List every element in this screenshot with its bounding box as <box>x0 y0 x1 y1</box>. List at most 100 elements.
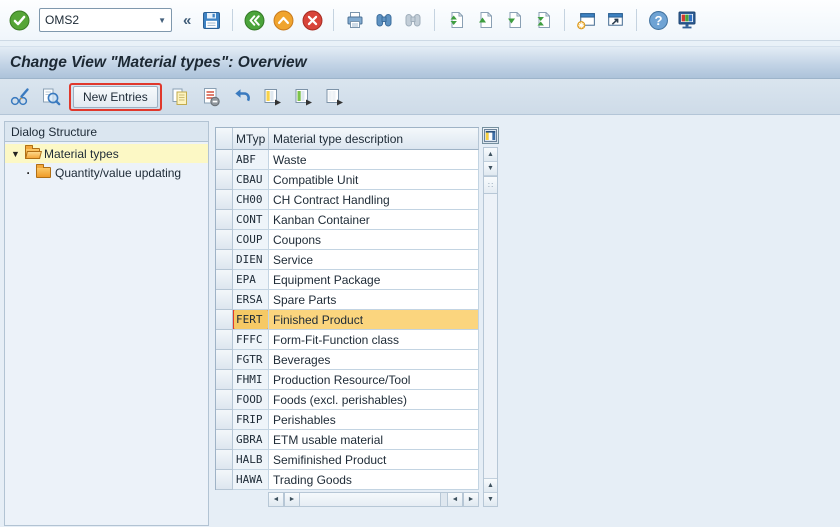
new-entries-button[interactable]: New Entries <box>73 86 158 108</box>
collapse-toolbar-button[interactable]: « <box>179 12 195 29</box>
new-session-button[interactable] <box>573 7 599 33</box>
tree-item-material-types[interactable]: ▼ Material types <box>5 144 208 163</box>
page-down-button[interactable] <box>501 7 527 33</box>
vscroll-track[interactable] <box>484 194 497 478</box>
description-cell[interactable]: Compatible Unit <box>269 170 479 190</box>
scroll-left-button[interactable]: ◄ <box>447 492 463 507</box>
mtyp-cell[interactable]: FERT <box>233 310 269 330</box>
mtyp-cell[interactable]: FGTR <box>233 350 269 370</box>
last-page-button[interactable] <box>530 7 556 33</box>
create-shortcut-button[interactable] <box>602 7 628 33</box>
description-cell[interactable]: Production Resource/Tool <box>269 370 479 390</box>
help-button[interactable]: ? <box>645 7 671 33</box>
mtyp-cell[interactable]: HALB <box>233 450 269 470</box>
mtyp-cell[interactable]: COUP <box>233 230 269 250</box>
select-block-list-button[interactable] <box>291 84 317 110</box>
find-button[interactable] <box>371 7 397 33</box>
description-cell[interactable]: Kanban Container <box>269 210 479 230</box>
enter-button[interactable] <box>6 7 32 33</box>
description-cell[interactable]: CH Contract Handling <box>269 190 479 210</box>
scroll-right-button[interactable]: ► <box>463 492 479 507</box>
mtyp-cell[interactable]: CBAU <box>233 170 269 190</box>
row-selector-cell[interactable] <box>216 430 233 450</box>
annotation-box-fert <box>233 310 269 330</box>
scroll-up-button[interactable]: ▲ <box>484 478 497 492</box>
description-cell[interactable]: Finished Product <box>269 310 479 330</box>
description-cell[interactable]: Waste <box>269 150 479 170</box>
back-button[interactable] <box>241 7 267 33</box>
mtyp-cell[interactable]: FRIP <box>233 410 269 430</box>
description-cell[interactable]: ETM usable material <box>269 430 479 450</box>
copy-as-button[interactable] <box>167 84 193 110</box>
select-all-header-cell[interactable] <box>216 128 233 150</box>
select-all-list-button[interactable] <box>260 84 286 110</box>
mtyp-cell[interactable]: ERSA <box>233 290 269 310</box>
save-button[interactable] <box>198 7 224 33</box>
cancel-button[interactable] <box>299 7 325 33</box>
mtyp-cell[interactable]: CH00 <box>233 190 269 210</box>
row-selector-cell[interactable] <box>216 450 233 470</box>
scroll-up-button[interactable]: ▲ <box>484 148 497 162</box>
description-cell[interactable]: Equipment Package <box>269 270 479 290</box>
display-change-button[interactable] <box>7 84 33 110</box>
scroll-down-button[interactable]: ▼ <box>484 492 497 506</box>
scroll-right-button[interactable]: ► <box>284 492 300 507</box>
row-selector-cell[interactable] <box>216 210 233 230</box>
print-button[interactable] <box>342 7 368 33</box>
row-selector-cell[interactable] <box>216 410 233 430</box>
row-selector-cell[interactable] <box>216 310 233 330</box>
description-cell[interactable]: Spare Parts <box>269 290 479 310</box>
exit-button[interactable] <box>270 7 296 33</box>
column-header-mtyp[interactable]: MTyp <box>233 128 269 150</box>
mtyp-cell[interactable]: FHMI <box>233 370 269 390</box>
row-selector-cell[interactable] <box>216 150 233 170</box>
command-dropdown-icon[interactable]: ▼ <box>154 16 166 25</box>
row-selector-cell[interactable] <box>216 190 233 210</box>
scroll-down-button[interactable]: ▼ <box>484 162 497 176</box>
row-selector-cell[interactable] <box>216 290 233 310</box>
position-button[interactable] <box>38 84 64 110</box>
mtyp-cell[interactable]: EPA <box>233 270 269 290</box>
hscroll-thumb[interactable] <box>300 493 441 506</box>
tree-item-quantity-value-updating[interactable]: · Quantity/value updating <box>5 163 208 182</box>
row-selector-cell[interactable] <box>216 170 233 190</box>
mtyp-cell[interactable]: FOOD <box>233 390 269 410</box>
description-cell[interactable]: Semifinished Product <box>269 450 479 470</box>
row-selector-cell[interactable] <box>216 370 233 390</box>
mtyp-cell[interactable]: DIEN <box>233 250 269 270</box>
page-up-button[interactable] <box>472 7 498 33</box>
find-next-button[interactable] <box>400 7 426 33</box>
row-selector-cell[interactable] <box>216 470 233 490</box>
row-selector-cell[interactable] <box>216 330 233 350</box>
command-field[interactable]: ▼ <box>39 8 172 32</box>
description-cell[interactable]: Foods (excl. perishables) <box>269 390 479 410</box>
mtyp-cell[interactable]: CONT <box>233 210 269 230</box>
first-page-button[interactable] <box>443 7 469 33</box>
row-selector-cell[interactable] <box>216 350 233 370</box>
description-cell[interactable]: Trading Goods <box>269 470 479 490</box>
description-cell[interactable]: Beverages <box>269 350 479 370</box>
tree-expand-icon[interactable]: ▼ <box>11 149 21 159</box>
delete-button[interactable] <box>198 84 224 110</box>
mtyp-cell[interactable]: HAWA <box>233 470 269 490</box>
command-input[interactable] <box>45 13 154 27</box>
table-settings-button[interactable] <box>482 127 499 144</box>
customize-layout-button[interactable] <box>674 7 700 33</box>
description-cell[interactable]: Service <box>269 250 479 270</box>
row-selector-cell[interactable] <box>216 250 233 270</box>
scroll-left-button[interactable]: ◄ <box>268 492 284 507</box>
column-header-description[interactable]: Material type description <box>269 128 479 150</box>
vscroll-thumb[interactable]: ∷ <box>484 176 497 194</box>
description-cell[interactable]: Form-Fit-Function class <box>269 330 479 350</box>
row-selector-cell[interactable] <box>216 390 233 410</box>
row-selector-cell[interactable] <box>216 230 233 250</box>
deselect-all-list-button[interactable] <box>322 84 348 110</box>
row-selector-cell[interactable] <box>216 270 233 290</box>
undo-button[interactable] <box>229 84 255 110</box>
description-cell[interactable]: Perishables <box>269 410 479 430</box>
mtyp-cell[interactable]: ABF <box>233 150 269 170</box>
mtyp-cell[interactable]: FFFC <box>233 330 269 350</box>
mtyp-cell[interactable]: GBRA <box>233 430 269 450</box>
hscroll-track[interactable] <box>300 492 447 507</box>
description-cell[interactable]: Coupons <box>269 230 479 250</box>
